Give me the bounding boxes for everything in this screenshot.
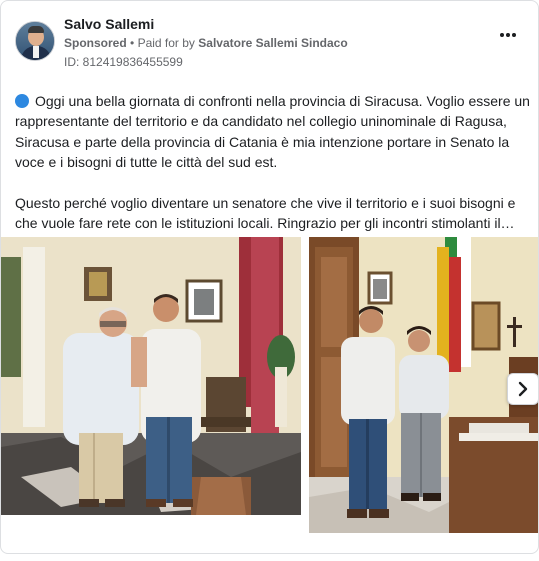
paid-for-prefix: Paid for by xyxy=(137,36,195,50)
more-options-icon[interactable] xyxy=(497,30,519,46)
avatar[interactable] xyxy=(15,21,55,61)
carousel-image-1[interactable] xyxy=(1,237,301,515)
carousel-next-button[interactable] xyxy=(507,373,538,405)
ad-card: Salvo Sallemi Sponsored • Paid for by Sa… xyxy=(0,0,539,554)
post-paragraph-1: Oggi una bella giornata di confronti nel… xyxy=(15,93,530,171)
chevron-right-icon xyxy=(518,381,528,397)
sponsored-label: Sponsored xyxy=(64,36,127,50)
carousel-image-2[interactable] xyxy=(309,237,538,533)
author-name[interactable]: Salvo Sallemi xyxy=(64,16,154,32)
ad-id: ID: 812419836455599 xyxy=(64,55,183,69)
image-carousel xyxy=(1,237,538,537)
sponsored-line: Sponsored • Paid for by Salvatore Sallem… xyxy=(64,36,348,50)
payer-name[interactable]: Salvatore Sallemi Sindaco xyxy=(198,36,347,50)
post-header: Salvo Sallemi Sponsored • Paid for by Sa… xyxy=(13,13,528,73)
post-text: Oggi una bella giornata di confronti nel… xyxy=(15,91,530,233)
blue-circle-icon xyxy=(15,94,29,108)
separator: • xyxy=(130,36,135,50)
post-paragraph-2: Questo perché voglio diventare un senato… xyxy=(15,194,516,232)
